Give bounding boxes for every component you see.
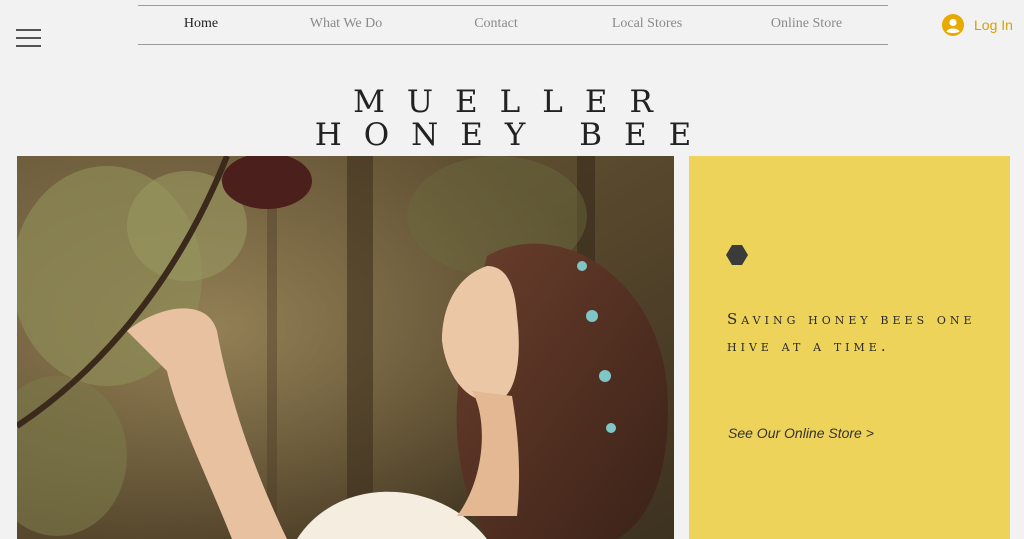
- login-label: Log In: [974, 17, 1013, 33]
- nav-item-what-we-do[interactable]: What We Do: [264, 6, 428, 44]
- promo-panel: Saving honey bees one hive at a time. Se…: [689, 156, 1010, 539]
- main-nav: Home What We Do Contact Local Stores Onl…: [138, 5, 888, 45]
- site-title-line1: MUELLER: [353, 83, 675, 120]
- online-store-link[interactable]: See Our Online Store >: [728, 425, 874, 441]
- site-title-line2: HONEY BEE: [314, 116, 714, 153]
- nav-item-online-store[interactable]: Online Store: [730, 6, 883, 44]
- login-button[interactable]: Log In: [942, 12, 1013, 38]
- nav-item-home[interactable]: Home: [138, 6, 264, 44]
- promo-tagline: Saving honey bees one hive at a time.: [727, 310, 976, 355]
- nav-item-contact[interactable]: Contact: [428, 6, 564, 44]
- hamburger-menu-icon[interactable]: [16, 29, 41, 49]
- nav-item-local-stores[interactable]: Local Stores: [564, 6, 730, 44]
- user-avatar-icon: [942, 14, 964, 36]
- hero-image: [17, 156, 674, 539]
- hexagon-icon: [726, 245, 748, 265]
